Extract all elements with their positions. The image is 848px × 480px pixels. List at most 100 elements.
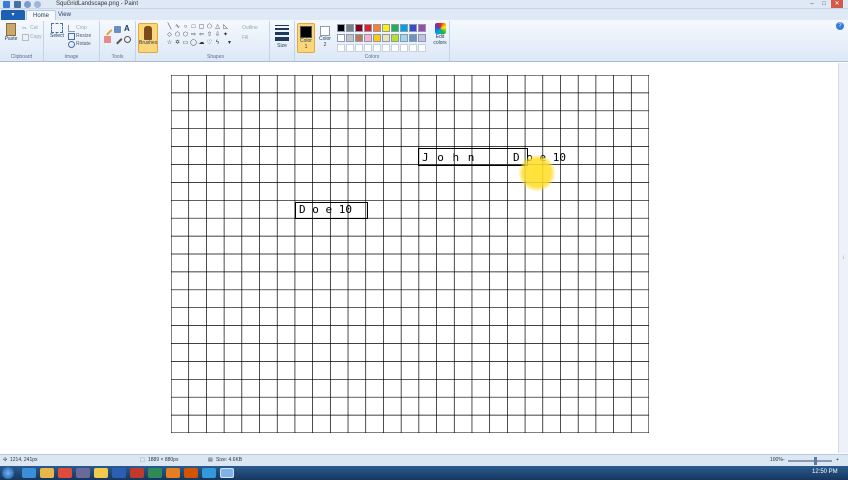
palette-swatch-empty[interactable] xyxy=(409,44,417,52)
zoom-in-button[interactable]: + xyxy=(836,457,839,463)
close-button[interactable]: ✕ xyxy=(831,0,843,8)
size-button[interactable]: Size xyxy=(272,23,292,49)
color-picker-icon[interactable] xyxy=(112,34,123,45)
right-arrow-shape-icon[interactable]: ⇨ xyxy=(190,32,197,38)
palette-swatch-empty[interactable] xyxy=(355,44,363,52)
fill-dropdown[interactable]: Fill xyxy=(242,35,248,41)
palette-swatch-empty[interactable] xyxy=(382,44,390,52)
down-arrow-shape-icon[interactable]: ⇩ xyxy=(214,32,221,38)
rounded-rect-shape-icon[interactable]: ▢ xyxy=(198,24,205,30)
taskbar-excel-icon[interactable] xyxy=(148,468,162,478)
ribbon-help-icon[interactable]: ? xyxy=(836,22,844,30)
drawing-canvas[interactable] xyxy=(171,75,649,433)
taskbar-skype-icon[interactable] xyxy=(202,468,216,478)
select-button[interactable]: Select xyxy=(48,23,66,39)
brushes-button[interactable]: Brushes xyxy=(138,23,158,53)
text-tool-icon[interactable]: A xyxy=(124,24,131,33)
taskbar-word-icon[interactable] xyxy=(112,468,126,478)
tab-view[interactable]: View xyxy=(52,10,77,20)
lightning-shape-icon[interactable]: ϟ xyxy=(214,40,221,46)
palette-swatch[interactable] xyxy=(418,24,426,32)
diamond-shape-icon[interactable]: ◇ xyxy=(166,32,173,38)
palette-swatch-empty[interactable] xyxy=(400,44,408,52)
paste-button[interactable]: Paste xyxy=(2,23,20,42)
palette-swatch[interactable] xyxy=(364,24,372,32)
palette-swatch-empty[interactable] xyxy=(418,44,426,52)
palette-swatch[interactable] xyxy=(364,34,372,42)
palette-swatch-empty[interactable] xyxy=(373,44,381,52)
palette-swatch[interactable] xyxy=(409,34,417,42)
cloud-callout-shape-icon[interactable]: ☁ xyxy=(198,40,205,46)
hexagon-shape-icon[interactable]: ⬡ xyxy=(182,32,189,38)
undo-icon[interactable] xyxy=(24,1,31,8)
palette-swatch[interactable] xyxy=(355,34,363,42)
polygon-shape-icon[interactable]: ⬠ xyxy=(206,24,213,30)
palette-swatch[interactable] xyxy=(400,34,408,42)
magnifier-icon[interactable] xyxy=(124,36,131,43)
taskbar-firefox-icon[interactable] xyxy=(184,468,198,478)
palette-swatch[interactable] xyxy=(373,24,381,32)
curve-shape-icon[interactable]: ∿ xyxy=(174,24,181,30)
rectangle-shape-icon[interactable]: □ xyxy=(190,24,197,30)
six-point-star-shape-icon[interactable]: ✡ xyxy=(174,40,181,46)
palette-swatch[interactable] xyxy=(337,34,345,42)
palette-swatch-empty[interactable] xyxy=(364,44,372,52)
taskbar-app-icon[interactable] xyxy=(76,468,90,478)
oval-callout-shape-icon[interactable]: ◯ xyxy=(190,40,197,46)
palette-swatch[interactable] xyxy=(373,34,381,42)
taskbar-acrobat-icon[interactable] xyxy=(130,468,144,478)
oval-shape-icon[interactable]: ○ xyxy=(182,24,189,30)
maximize-button[interactable]: □ xyxy=(818,0,830,8)
color1-button[interactable]: Color 1 xyxy=(297,23,315,53)
zoom-out-button[interactable]: − xyxy=(782,457,785,463)
cut-button[interactable]: Cut xyxy=(30,25,38,31)
taskbar-media-icon[interactable] xyxy=(166,468,180,478)
copy-button[interactable]: Copy xyxy=(30,34,42,40)
palette-swatch[interactable] xyxy=(346,24,354,32)
palette-swatch[interactable] xyxy=(391,34,399,42)
zoom-slider[interactable] xyxy=(788,460,832,462)
taskbar-chrome-icon[interactable] xyxy=(58,468,72,478)
eraser-icon[interactable] xyxy=(104,36,111,43)
resize-button[interactable]: Resize xyxy=(76,33,91,39)
palette-swatch[interactable] xyxy=(382,34,390,42)
palette-swatch[interactable] xyxy=(346,34,354,42)
left-arrow-shape-icon[interactable]: ⇦ xyxy=(198,32,205,38)
right-triangle-shape-icon[interactable]: ◺ xyxy=(222,24,229,30)
palette-swatch[interactable] xyxy=(355,24,363,32)
palette-swatch[interactable] xyxy=(400,24,408,32)
minimize-button[interactable]: – xyxy=(806,0,818,8)
taskbar-explorer-icon[interactable] xyxy=(40,468,54,478)
palette-swatch[interactable] xyxy=(337,24,345,32)
palette-swatch-empty[interactable] xyxy=(391,44,399,52)
taskbar-ie-icon[interactable] xyxy=(22,468,36,478)
pencil-icon[interactable] xyxy=(102,25,113,36)
edit-colors-button[interactable]: Edit colors xyxy=(431,23,449,46)
palette-swatch[interactable] xyxy=(391,24,399,32)
palette-swatch[interactable] xyxy=(418,34,426,42)
up-arrow-shape-icon[interactable]: ⇧ xyxy=(206,32,213,38)
line-shape-icon[interactable]: ╲ xyxy=(166,24,173,30)
vertical-scrollbar[interactable]: ⁝ xyxy=(838,63,848,453)
save-icon[interactable] xyxy=(14,1,21,8)
file-menu-button[interactable]: ▾ xyxy=(1,10,25,20)
rect-callout-shape-icon[interactable]: ▭ xyxy=(182,40,189,46)
shapes-more-icon[interactable]: ▾ xyxy=(226,40,233,46)
outline-dropdown[interactable]: Outline xyxy=(242,25,258,31)
scroll-grip-icon[interactable]: ⁝ xyxy=(840,255,847,262)
rotate-button[interactable]: Rotate xyxy=(76,41,91,47)
taskbar-paint-active-icon[interactable] xyxy=(220,468,234,478)
pentagon-shape-icon[interactable]: ⬠ xyxy=(174,32,181,38)
four-point-star-shape-icon[interactable]: ✦ xyxy=(222,32,229,38)
triangle-shape-icon[interactable]: △ xyxy=(214,24,221,30)
start-button[interactable] xyxy=(2,467,14,479)
color2-button[interactable]: Color 2 xyxy=(317,23,333,53)
crop-button[interactable]: Crop xyxy=(76,25,87,31)
redo-icon[interactable] xyxy=(34,1,41,8)
heart-shape-icon[interactable]: ♡ xyxy=(206,40,213,46)
zoom-slider-thumb[interactable] xyxy=(814,457,817,465)
five-point-star-shape-icon[interactable]: ☆ xyxy=(166,40,173,46)
fill-bucket-icon[interactable] xyxy=(114,26,121,33)
paint-app-icon[interactable] xyxy=(3,1,10,8)
taskbar-paint-icon[interactable] xyxy=(94,468,108,478)
